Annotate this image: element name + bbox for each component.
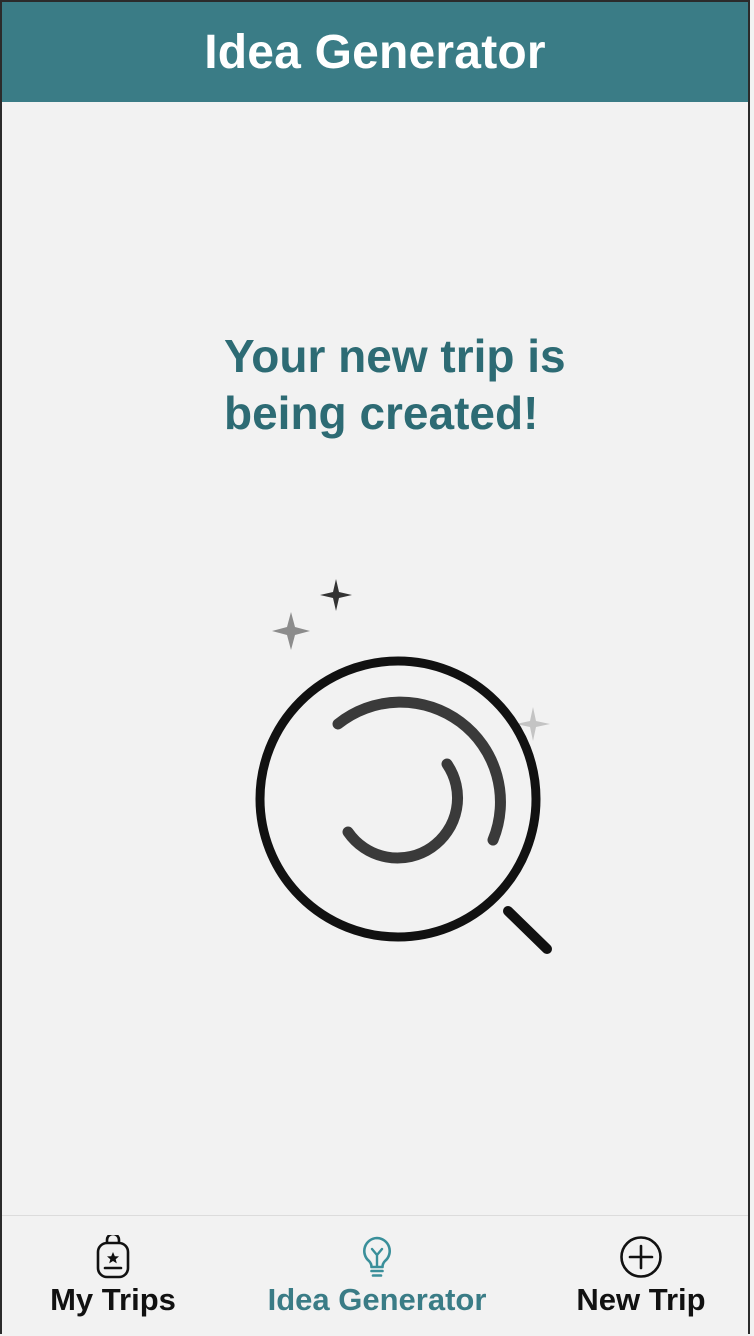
lightbulb-icon xyxy=(354,1234,400,1280)
nav-item-new-trip[interactable]: New Trip xyxy=(530,1216,752,1334)
app-screen: Idea Generator Your new trip is being cr… xyxy=(0,0,750,1334)
nav-label-new-trip: New Trip xyxy=(576,1282,706,1317)
nav-label-my-trips: My Trips xyxy=(50,1282,176,1317)
nav-item-idea-generator[interactable]: Idea Generator xyxy=(224,1216,530,1334)
backpack-icon xyxy=(90,1234,136,1280)
sparkle-icon xyxy=(272,612,310,650)
sparkle-icon xyxy=(320,579,352,611)
magnifier-loading-icon xyxy=(255,579,552,954)
app-header: Idea Generator xyxy=(2,2,748,102)
plus-circle-icon xyxy=(618,1234,664,1280)
nav-item-my-trips[interactable]: My Trips xyxy=(2,1216,224,1334)
bottom-navigation: My Trips Idea Generator New Trip xyxy=(2,1215,748,1334)
nav-label-idea-generator: Idea Generator xyxy=(267,1282,487,1317)
searching-illustration xyxy=(242,567,572,967)
trip-creation-message: Your new trip is being created! xyxy=(224,330,566,439)
page-title: Idea Generator xyxy=(204,25,546,79)
